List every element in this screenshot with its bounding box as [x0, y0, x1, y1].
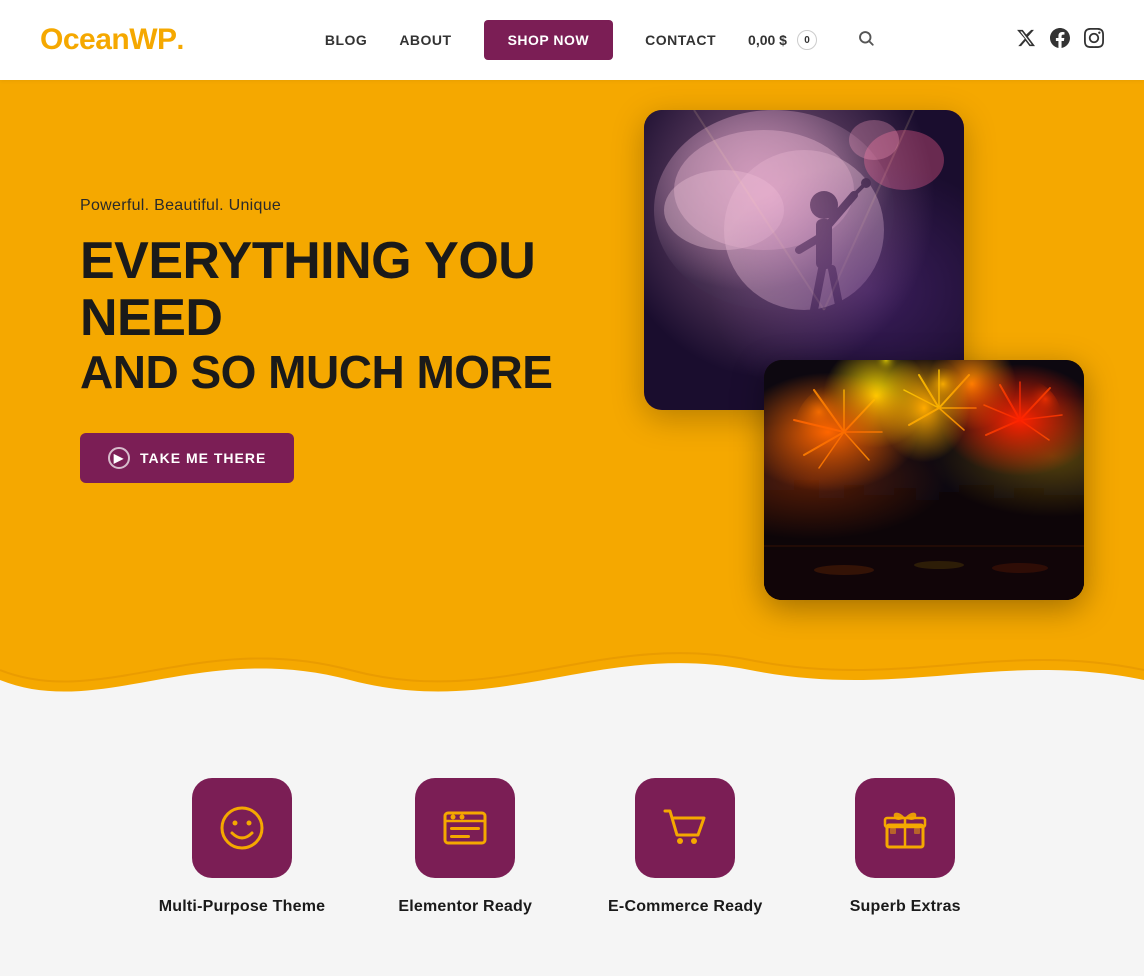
search-button[interactable] — [857, 29, 875, 52]
feature-extras: Superb Extras — [825, 778, 985, 916]
nav: BLOG ABOUT SHOP NOW CONTACT 0,00 $ 0 — [325, 20, 875, 60]
feature-ecommerce: E-Commerce Ready — [605, 778, 765, 916]
circle-icon: ▶ — [108, 447, 130, 469]
smiley-icon — [217, 803, 267, 853]
hero-section: Powerful. Beautiful. Unique EVERYTHING Y… — [0, 80, 1144, 640]
extras-label: Superb Extras — [850, 898, 961, 916]
multi-purpose-icon-wrap — [192, 778, 292, 878]
cart-price: 0,00 $ — [748, 32, 787, 48]
logo-text: OceanWP — [40, 23, 177, 56]
elementor-icon-wrap — [415, 778, 515, 878]
ecommerce-label: E-Commerce Ready — [608, 898, 762, 916]
instagram-icon[interactable] — [1084, 28, 1104, 53]
hero-images — [644, 110, 1084, 600]
shop-now-button[interactable]: SHOP NOW — [484, 20, 614, 60]
hero-title-line2: AND SO MUCH MORE — [80, 347, 600, 398]
header: OceanWP. BLOG ABOUT SHOP NOW CONTACT 0,0… — [0, 0, 1144, 80]
fireworks-svg — [764, 360, 1084, 600]
take-me-button[interactable]: ▶ TAKE ME THERE — [80, 433, 294, 483]
hero-title-line1: EVERYTHING YOU NEED — [80, 233, 600, 347]
cart[interactable]: 0,00 $ 0 — [748, 30, 817, 50]
social-icons — [1016, 28, 1104, 53]
cart-icon — [660, 803, 710, 853]
hero-text: Powerful. Beautiful. Unique EVERYTHING Y… — [80, 197, 600, 484]
nav-about[interactable]: ABOUT — [399, 32, 451, 48]
take-me-label: TAKE ME THERE — [140, 450, 266, 466]
logo-dot: . — [177, 24, 184, 55]
logo[interactable]: OceanWP. — [40, 23, 184, 57]
hero-subtitle: Powerful. Beautiful. Unique — [80, 197, 600, 215]
gift-icon — [880, 803, 930, 853]
feature-multi-purpose: Multi-Purpose Theme — [159, 778, 325, 916]
nav-blog[interactable]: BLOG — [325, 32, 367, 48]
elementor-icon — [440, 803, 490, 853]
search-icon — [857, 29, 875, 47]
fireworks-visual — [764, 360, 1084, 600]
facebook-icon[interactable] — [1050, 28, 1070, 53]
feature-elementor: Elementor Ready — [385, 778, 545, 916]
features-section: Multi-Purpose Theme Elementor Ready E-Co… — [0, 718, 1144, 976]
hero-image-fireworks — [764, 360, 1084, 600]
elementor-label: Elementor Ready — [398, 898, 532, 916]
hero-title: EVERYTHING YOU NEED AND SO MUCH MORE — [80, 233, 600, 398]
nav-contact[interactable]: CONTACT — [645, 32, 716, 48]
extras-icon-wrap — [855, 778, 955, 878]
wave-divider — [0, 640, 1144, 720]
ecommerce-icon-wrap — [635, 778, 735, 878]
twitter-icon[interactable] — [1016, 28, 1036, 53]
cart-count: 0 — [797, 30, 817, 50]
multi-purpose-label: Multi-Purpose Theme — [159, 898, 325, 916]
